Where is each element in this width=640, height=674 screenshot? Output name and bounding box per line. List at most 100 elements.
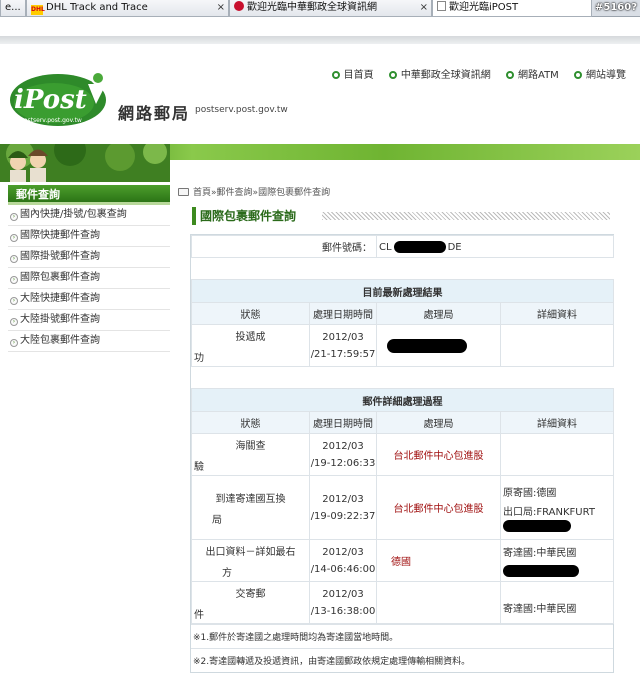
time-text: /14-06:46:00 (310, 563, 376, 575)
nav-bullet-icon (574, 71, 582, 79)
latest-section-title: 目前最新處理結果 (191, 279, 614, 303)
sidebar-item-label: 國際包裹郵件查詢 (20, 272, 100, 283)
spacer-row (191, 257, 614, 280)
title-decoration (322, 212, 610, 220)
sidebar-item-mainland-parcel[interactable]: › 大陸包裹郵件查詢 (8, 331, 170, 352)
sidebar-item-intl-express[interactable]: › 國際快捷郵件查詢 (8, 226, 170, 247)
sidebar-item-label: 大陸掛號郵件查詢 (20, 314, 100, 325)
browser-tab-bar: e... DHLDHL Track and Trace × 歡迎光臨中華郵政全球… (0, 0, 640, 17)
status-cell: 交寄郵件 (191, 581, 310, 624)
tracking-number-label: 郵件號碼： (191, 235, 377, 258)
sidebar-item-label: 國際快捷郵件查詢 (20, 230, 100, 241)
post-favicon-icon (234, 1, 244, 11)
arrow-bullet-icon: › (10, 234, 18, 242)
nav-post-portal-link[interactable]: 中華郵政全球資訊網 (388, 70, 491, 81)
nav-label: 中華郵政全球資訊網 (400, 70, 491, 81)
nav-bullet-icon (388, 71, 397, 79)
tracking-number-value: CL DE (376, 235, 614, 258)
latest-row: 投遞成功 2012/03/21-17:59:57 (191, 324, 614, 367)
datetime-cell: 2012/03/19-09:22:37 (309, 475, 377, 540)
detail-text: 原寄國:德國 (503, 487, 557, 499)
detail-cell (500, 433, 614, 476)
column-header-office: 處理局 (376, 302, 501, 325)
detail-section-title: 郵件詳細處理過程 (191, 388, 614, 412)
status-text: 出口資料－詳如最右 (205, 546, 296, 558)
breadcrumb-mail-query[interactable]: 郵件查詢 (217, 188, 253, 198)
browser-divider (0, 36, 640, 44)
page-title: 國際包裹郵件查詢 (192, 207, 296, 225)
status-text: 功 (194, 352, 204, 364)
nav-sitemap-link[interactable]: 網站導覽 (574, 70, 626, 81)
breadcrumb-current: 國際包裹郵件查詢 (258, 188, 331, 198)
arrow-bullet-icon: › (10, 318, 18, 326)
footnote-2: ※2.寄達國轉遞及投遞資訊，由寄達國郵政依規定處理傳輸相關資料。 (191, 648, 613, 672)
sidebar: 郵件查詢 › 國內快捷/掛號/包裹查詢 › 國際快捷郵件查詢 › 國際掛號郵件查詢 ›… (8, 185, 170, 352)
browser-tab-1[interactable]: e... (0, 0, 26, 17)
office-cell: 台北郵件中心包進股 (376, 475, 501, 540)
status-cell: 出口資料－詳如最右方 (191, 539, 310, 582)
datetime-cell: 2012/03/19-12:06:33 (309, 433, 377, 476)
redaction-mark (503, 565, 579, 577)
nav-label: 目首頁 (343, 70, 374, 81)
office-cell: 德國 (376, 539, 501, 582)
tab-label: e... (5, 2, 21, 13)
tab-label: DHL Track and Trace (46, 2, 148, 13)
close-tab-icon[interactable]: × (217, 0, 225, 15)
tracking-table: 郵件號碼： CL DE 目前最新處理結果 狀態 處理日期時間 處理局 詳細資料 投… (191, 235, 614, 624)
arrow-bullet-icon: › (10, 255, 18, 263)
date-text: 2012/03 (322, 546, 364, 558)
tracking-suffix: DE (447, 241, 462, 253)
dhl-favicon-icon: DHL (31, 5, 45, 15)
detail-cell: 原寄國:德國 出口局:FRANKFURT (500, 475, 614, 540)
mascot-banner-image (0, 144, 170, 182)
datetime-cell: 2012/03/21-17:59:57 (309, 324, 377, 367)
browser-tab-post[interactable]: 歡迎光臨中華郵政全球資訊網 × (229, 0, 432, 17)
status-text: 方 (222, 567, 232, 579)
sidebar-item-intl-registered[interactable]: › 國際掛號郵件查詢 (8, 247, 170, 268)
status-cell: 到達寄達國互換局 (191, 475, 310, 540)
column-header-status: 狀態 (191, 411, 310, 434)
logo-text: iPost (14, 85, 87, 115)
nav-atm-link[interactable]: 網路ATM (506, 70, 559, 81)
redaction-mark (393, 240, 446, 253)
top-navigation: 目首頁 中華郵政全球資訊網 網路ATM 網站導覽 (320, 66, 626, 81)
sidebar-item-intl-parcel[interactable]: › 國際包裹郵件查詢 (8, 268, 170, 289)
table-row: 出口資料－詳如最右方 2012/03/14-06:46:00 德國 寄達國:中華… (191, 539, 614, 582)
arrow-bullet-icon: › (10, 339, 18, 347)
ipost-logo[interactable]: iPost postserv.post.gov.tw (10, 70, 110, 128)
spacer-row (191, 366, 614, 389)
status-text: 件 (194, 609, 204, 621)
sidebar-item-domestic[interactable]: › 國內快捷/掛號/包裹查詢 (8, 205, 170, 226)
table-row: 到達寄達國互換局 2012/03/19-09:22:37 台北郵件中心包進股 原… (191, 475, 614, 540)
status-text: 到達寄達國互換 (215, 493, 286, 505)
sidebar-item-mainland-registered[interactable]: › 大陸掛號郵件查詢 (8, 310, 170, 331)
tab-counter: #5160? (594, 2, 637, 13)
column-header-detail: 詳細資料 (500, 302, 614, 325)
date-text: 2012/03 (322, 493, 364, 505)
browser-tab-ipost[interactable]: 歡迎光臨iPOST (432, 0, 592, 17)
browser-tab-dhl[interactable]: DHLDHL Track and Trace × (26, 0, 229, 17)
column-header-detail: 詳細資料 (500, 411, 614, 434)
breadcrumb-home[interactable]: 首頁 (193, 188, 211, 198)
sidebar-item-mainland-express[interactable]: › 大陸快捷郵件查詢 (8, 289, 170, 310)
column-header-office: 處理局 (376, 411, 501, 434)
sidebar-item-label: 國際掛號郵件查詢 (20, 251, 100, 262)
tracking-results: 郵件號碼： CL DE 目前最新處理結果 狀態 處理日期時間 處理局 詳細資料 投… (190, 234, 614, 673)
page-favicon-icon (437, 1, 446, 11)
detail-text: 寄達國:中華民國 (503, 548, 577, 559)
table-row: 海關查驗 2012/03/19-12:06:33 台北郵件中心包進股 (191, 433, 614, 476)
status-text: 海關查 (235, 440, 266, 452)
nav-home-link[interactable]: 目首頁 (331, 70, 374, 81)
arrow-bullet-icon: › (10, 297, 18, 305)
detail-cell (500, 324, 614, 367)
column-header-datetime: 處理日期時間 (309, 411, 377, 434)
status-cell: 投遞成功 (191, 324, 310, 367)
status-text: 投遞成 (235, 331, 266, 343)
redaction-mark (503, 519, 571, 532)
banner-content-edge (170, 160, 640, 182)
sidebar-title: 郵件查詢 (8, 185, 170, 205)
folder-icon (178, 188, 189, 196)
site-header: iPost postserv.post.gov.tw 網路郵局 postserv… (0, 44, 640, 144)
date-text: 2012/03 (322, 588, 364, 600)
close-tab-icon[interactable]: × (420, 0, 428, 15)
